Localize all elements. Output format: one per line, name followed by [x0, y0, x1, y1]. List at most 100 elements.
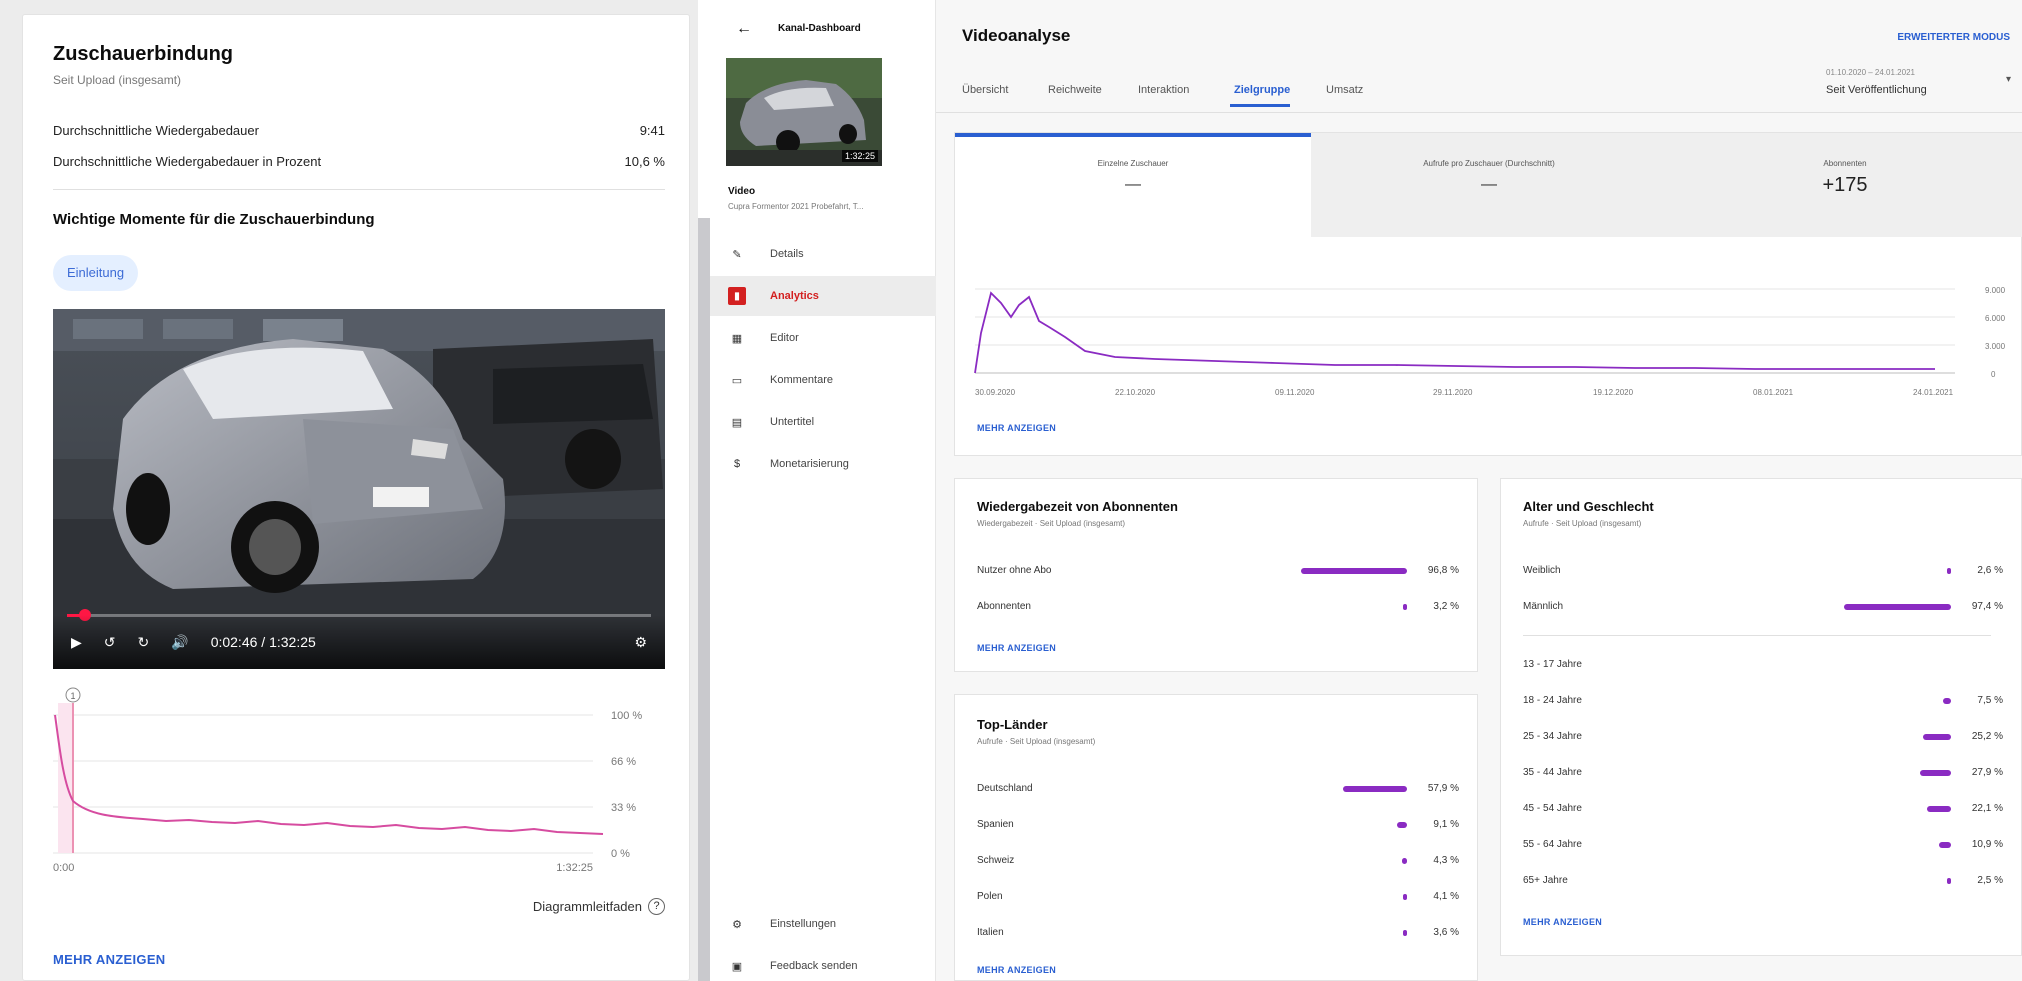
bar-fill: [1843, 603, 1951, 610]
bar-row: 45 - 54 Jahre 22,1 %: [1523, 803, 2003, 814]
video-sidebar: ← Kanal-Dashboard 1:32:25 Video Cupra Fo…: [698, 0, 936, 981]
chart-guide[interactable]: Diagrammleitfaden ?: [533, 898, 665, 915]
bar-row-value: 97,4 %: [1971, 601, 2003, 612]
nav-editor[interactable]: ▦ Editor: [728, 324, 799, 352]
avg-pct-row: Durchschnittliche Wiedergabedauer in Pro…: [53, 154, 665, 169]
bar-row: Spanien 9,1 %: [977, 819, 1459, 830]
tab-overview[interactable]: Übersicht: [962, 84, 1008, 96]
bar-row-label: Weiblich: [1523, 565, 1561, 576]
settings-gear-icon[interactable]: ⚙: [634, 634, 647, 651]
bar-row: 35 - 44 Jahre 27,9 %: [1523, 767, 2003, 778]
film-icon: ▦: [731, 332, 743, 345]
nav-label: Monetarisierung: [770, 458, 849, 470]
nav-label: Details: [770, 248, 804, 260]
metric-value: —: [1125, 176, 1141, 193]
bar-fill: [1343, 785, 1407, 792]
bar-row-value: 2,5 %: [1977, 875, 2003, 886]
comment-icon: ▭: [731, 374, 743, 387]
help-icon[interactable]: ?: [648, 898, 665, 915]
x-start-label: 0:00: [53, 862, 74, 873]
nav-comments[interactable]: ▭ Kommentare: [728, 366, 833, 394]
video-player[interactable]: ▶ ↺ ↻ 🔊 0:02:46 / 1:32:25 ⚙: [53, 309, 665, 669]
metric-label: Aufrufe pro Zuschauer (Durchschnitt): [1423, 159, 1555, 168]
page-title: Videoanalyse: [962, 26, 1071, 45]
bar-row-label: 13 - 17 Jahre: [1523, 659, 1582, 670]
bar-row-value: 7,5 %: [1977, 695, 2003, 706]
retention-panel: Zuschauerbindung Seit Upload (insgesamt)…: [22, 14, 690, 981]
advanced-mode-button[interactable]: ERWEITERTER MODUS: [1897, 32, 2010, 43]
show-more-link[interactable]: MEHR ANZEIGEN: [1523, 917, 1602, 927]
card-title: Wiedergabezeit von Abonnenten: [977, 499, 1178, 514]
bar-row: Deutschland 57,9 %: [977, 783, 1459, 794]
tab-reach[interactable]: Reichweite: [1048, 84, 1102, 96]
bar-row: Nutzer ohne Abo 96,8 %: [977, 565, 1459, 576]
audience-overview-card: Einzelne Zuschauer — Aufrufe pro Zuschau…: [954, 132, 2022, 456]
nav-feedback[interactable]: ▣ Feedback senden: [728, 952, 858, 980]
date-selector[interactable]: Seit Veröffentlichung: [1826, 84, 1927, 96]
x-tick-label: 24.01.2021: [1913, 388, 1954, 397]
nav-settings[interactable]: ⚙ Einstellungen: [728, 910, 836, 938]
date-range: 01.10.2020 – 24.01.2021: [1826, 68, 1915, 77]
x-tick-label: 30.09.2020: [975, 388, 1016, 397]
card-subtitle: Aufrufe · Seit Upload (insgesamt): [1523, 519, 1642, 528]
chart-guide-label: Diagrammleitfaden: [532, 899, 642, 914]
metric-subscribers[interactable]: Abonnenten +175: [1667, 133, 2022, 237]
metric-label: Einzelne Zuschauer: [1097, 159, 1169, 168]
card-title: Top-Länder: [977, 717, 1048, 732]
divider: [1523, 635, 1991, 636]
show-more-link[interactable]: MEHR ANZEIGEN: [977, 423, 1056, 433]
show-more-link[interactable]: MEHR ANZEIGEN: [977, 643, 1056, 653]
bar-row-value: 9,1 %: [1433, 819, 1459, 830]
bar-row-value: 3,6 %: [1433, 927, 1459, 938]
play-icon[interactable]: ▶: [71, 634, 82, 651]
moment-chip[interactable]: Einleitung: [53, 255, 139, 291]
show-more-link[interactable]: MEHR ANZEIGEN: [977, 965, 1056, 975]
moment-marker-label: 1: [70, 691, 75, 701]
retention-title: Zuschauerbindung: [53, 43, 233, 65]
forward-icon[interactable]: ↻: [138, 634, 150, 651]
volume-icon[interactable]: 🔊: [171, 634, 188, 651]
feedback-icon: ▣: [731, 960, 743, 973]
tab-revenue[interactable]: Umsatz: [1326, 84, 1363, 96]
metric-unique-viewers[interactable]: Einzelne Zuschauer —: [955, 137, 1311, 237]
dropdown-caret-icon[interactable]: ▾: [2006, 74, 2011, 85]
nav-subtitles[interactable]: ▤ Untertitel: [728, 408, 814, 436]
y-tick-label: 100 %: [611, 710, 642, 722]
x-tick-label: 29.11.2020: [1433, 388, 1473, 397]
rewind-icon[interactable]: ↺: [104, 634, 116, 651]
nav-monetization[interactable]: $ Monetarisierung: [728, 450, 849, 478]
back-label[interactable]: Kanal-Dashboard: [778, 23, 861, 34]
bar-row-label: 45 - 54 Jahre: [1523, 803, 1582, 814]
active-tab-indicator: [1230, 104, 1290, 107]
card-subtitle: Wiedergabezeit · Seit Upload (insgesamt): [977, 519, 1126, 528]
bar-fill: [1300, 567, 1407, 574]
show-more-link[interactable]: MEHR ANZEIGEN: [53, 952, 165, 967]
scrollbar[interactable]: [698, 218, 710, 981]
video-thumbnail[interactable]: 1:32:25: [726, 58, 882, 166]
bar-row-label: 55 - 64 Jahre: [1523, 839, 1582, 850]
bar-row-value: 2,6 %: [1977, 565, 2003, 576]
bar-row: 55 - 64 Jahre 10,9 %: [1523, 839, 2003, 850]
nav-label: Kommentare: [770, 374, 833, 386]
y-tick-label: 66 %: [611, 756, 636, 768]
nav-label: Einstellungen: [770, 918, 837, 930]
pencil-icon: ✎: [732, 248, 742, 261]
top-countries-card: Top-Länder Aufrufe · Seit Upload (insges…: [954, 694, 1478, 981]
bar-row: 13 - 17 Jahre: [1523, 659, 2003, 670]
tab-engagement[interactable]: Interaktion: [1138, 84, 1189, 96]
bar-row-label: Spanien: [977, 819, 1014, 830]
back-arrow-icon[interactable]: ←: [736, 20, 752, 38]
bar-row-label: Männlich: [1523, 601, 1564, 612]
bar-row-label: Deutschland: [977, 783, 1033, 794]
bar-row-label: Polen: [977, 891, 1003, 902]
tab-audience[interactable]: Zielgruppe: [1234, 84, 1290, 96]
nav-analytics[interactable]: ▮ Analytics: [728, 282, 819, 310]
nav-label: Editor: [770, 332, 799, 344]
metric-views-per-viewer[interactable]: Aufrufe pro Zuschauer (Durchschnitt) —: [1311, 133, 1667, 237]
retention-chart: 1 100 % 66 % 33 % 0 % 0:00 1:32:25: [53, 687, 642, 873]
bar-row: 65+ Jahre 2,5 %: [1523, 875, 2003, 886]
bar-row: Schweiz 4,3 %: [977, 855, 1459, 866]
nav-details[interactable]: ✎ Details: [728, 240, 804, 268]
retention-line: [54, 714, 604, 835]
bar-row: Polen 4,1 %: [977, 891, 1459, 902]
